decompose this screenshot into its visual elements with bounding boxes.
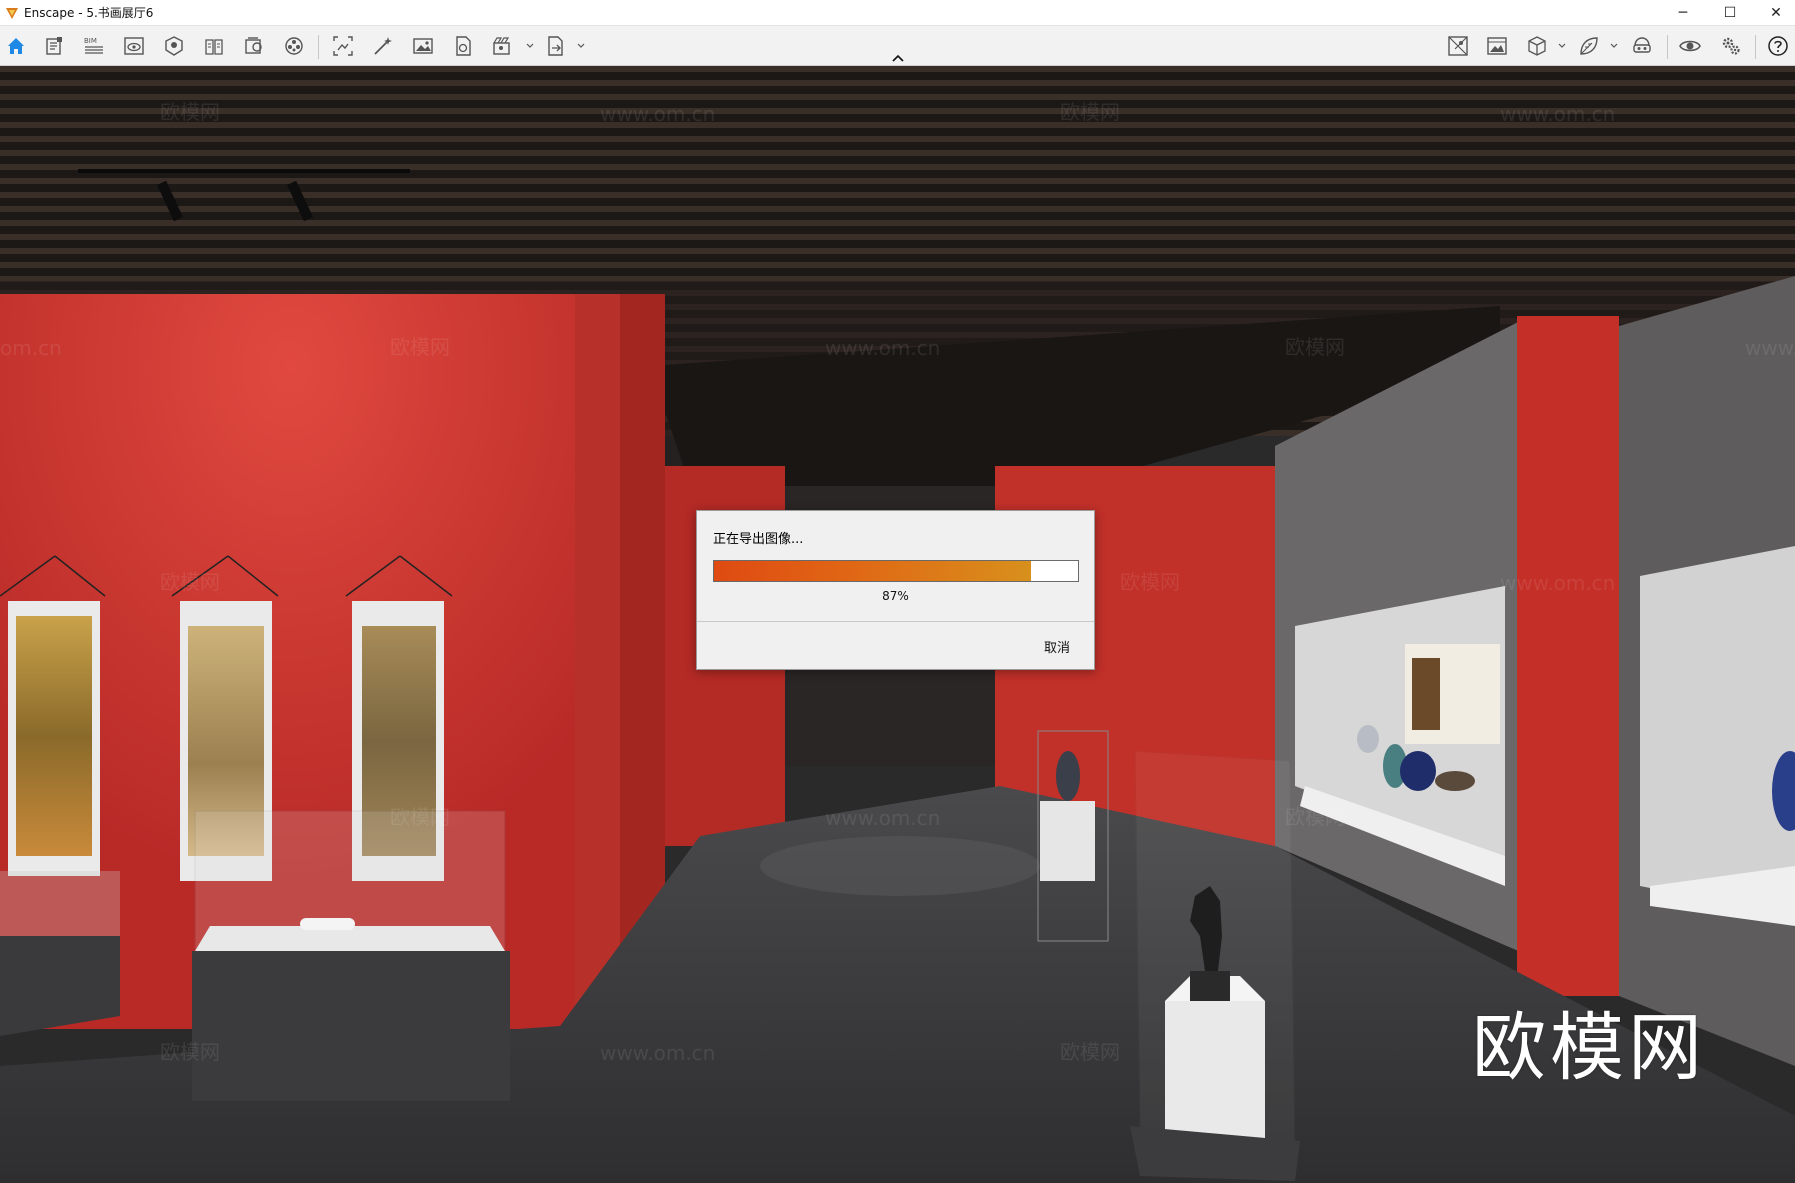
project-icon <box>46 37 62 55</box>
export-progress-bar <box>713 560 1079 582</box>
video-icon <box>493 37 510 55</box>
map-icon <box>165 36 183 56</box>
map-button[interactable] <box>160 33 188 59</box>
cube-dropdown-button[interactable] <box>1557 40 1567 52</box>
bim-icon: BIM <box>84 37 103 54</box>
cube-icon <box>1528 36 1546 56</box>
panorama-icon <box>456 36 471 56</box>
watermark-site-partial: om.cn <box>0 336 62 360</box>
material-editor-icon <box>285 37 303 55</box>
dialog-title: 正在导出图像... <box>713 532 804 547</box>
video-dropdown-button[interactable] <box>525 40 535 52</box>
watermark-brand: 欧模网 <box>160 1040 220 1064</box>
help-icon <box>1768 36 1788 56</box>
watermark-site: www.om.cn <box>825 336 941 360</box>
screenshot-button[interactable] <box>329 33 357 59</box>
dialog-divider <box>697 621 1094 622</box>
brand-watermark: 欧模网 <box>1472 1005 1706 1091</box>
batch-render-icon <box>374 37 392 55</box>
toolbar-collapse-button[interactable] <box>888 52 908 64</box>
glass-pedestal <box>1130 750 1300 1181</box>
leaf-dropdown-button[interactable] <box>1609 40 1619 52</box>
export-dropdown-button[interactable] <box>576 40 586 52</box>
watermark-site-partial: www. <box>1745 336 1795 360</box>
watermark-brand: 欧模网 <box>1285 805 1345 829</box>
image-button[interactable] <box>409 33 437 59</box>
export-button[interactable] <box>541 33 569 59</box>
watermark-brand: 欧模网 <box>390 805 450 829</box>
watermark-brand: 欧模网 <box>160 570 220 594</box>
watermark-site: www.om.cn <box>825 806 941 830</box>
chevron-up-icon <box>892 54 904 62</box>
home-icon <box>8 38 24 54</box>
watermark-brand: 欧模网 <box>390 335 450 359</box>
asset-library-button[interactable] <box>240 33 268 59</box>
settings-icon <box>1722 37 1740 55</box>
window-title: Enscape - 5.书画展厅6 <box>24 6 154 20</box>
minimize-button[interactable]: ─ <box>1660 0 1706 26</box>
wall-vitrine <box>1640 546 1795 926</box>
watermark-brand: 欧模网 <box>1285 335 1345 359</box>
material-editor-button[interactable] <box>280 33 308 59</box>
watermark-site: www.om.cn <box>1500 571 1616 595</box>
home-button[interactable] <box>2 33 30 59</box>
leaf-button[interactable] <box>1575 33 1603 59</box>
panorama-button[interactable] <box>449 33 477 59</box>
bim-button[interactable]: BIM <box>80 33 108 59</box>
enscape-logo-icon <box>6 7 18 19</box>
leaf-icon <box>1580 37 1598 55</box>
close-button[interactable]: ✕ <box>1753 0 1795 26</box>
display-case <box>192 810 510 1101</box>
progress-percent-label: 87% <box>882 589 909 603</box>
chevron-down-icon <box>526 43 534 48</box>
cancel-button[interactable]: 取消 <box>1040 635 1074 658</box>
map-view-icon <box>1448 36 1468 56</box>
watermark-site: www.om.cn <box>600 1041 716 1065</box>
book-icon <box>205 39 223 55</box>
settings-button[interactable] <box>1717 33 1745 59</box>
watermark-brand: 欧模网 <box>1060 1040 1120 1064</box>
toolbar-separator <box>1667 35 1668 59</box>
watermark-brand: 欧模网 <box>1120 570 1180 594</box>
export-progress-dialog: 正在导出图像... 87% 取消 <box>696 510 1095 670</box>
maximize-button[interactable]: ☐ <box>1707 0 1753 26</box>
display-case <box>0 871 120 1036</box>
view-button[interactable] <box>120 33 148 59</box>
book-button[interactable] <box>200 33 228 59</box>
toolbar-separator <box>1755 35 1756 59</box>
cube-button[interactable] <box>1523 33 1551 59</box>
watermark-brand: 欧模网 <box>1060 100 1120 124</box>
scroll-painting <box>0 555 106 876</box>
project-button[interactable] <box>40 33 68 59</box>
progress-bar-fill <box>714 561 1031 581</box>
landscape-button[interactable] <box>1483 33 1511 59</box>
watermark-site: www.om.cn <box>1500 102 1616 126</box>
map-view-button[interactable] <box>1444 33 1472 59</box>
chevron-down-icon <box>1558 43 1566 48</box>
toolbar-separator <box>318 35 319 59</box>
svg-text:BIM: BIM <box>84 37 97 45</box>
image-icon <box>413 38 433 54</box>
screenshot-icon <box>333 36 353 56</box>
eye-icon <box>1679 40 1701 52</box>
video-button[interactable] <box>489 33 517 59</box>
eye-button[interactable] <box>1676 33 1704 59</box>
landscape-icon <box>1487 37 1507 55</box>
vr-headset-icon <box>1633 37 1651 53</box>
batch-render-button[interactable] <box>369 33 397 59</box>
title-bar: Enscape - 5.书画展厅6 ─ ☐ ✕ <box>0 0 1795 26</box>
chevron-down-icon <box>577 43 585 48</box>
watermark-site: www.om.cn <box>600 102 716 126</box>
view-icon <box>124 37 144 55</box>
watermark-brand: 欧模网 <box>160 100 220 124</box>
asset-library-icon <box>245 37 262 54</box>
help-button[interactable] <box>1764 33 1792 59</box>
chevron-down-icon <box>1610 43 1618 48</box>
export-icon <box>548 36 563 56</box>
vr-headset-button[interactable] <box>1628 33 1656 59</box>
